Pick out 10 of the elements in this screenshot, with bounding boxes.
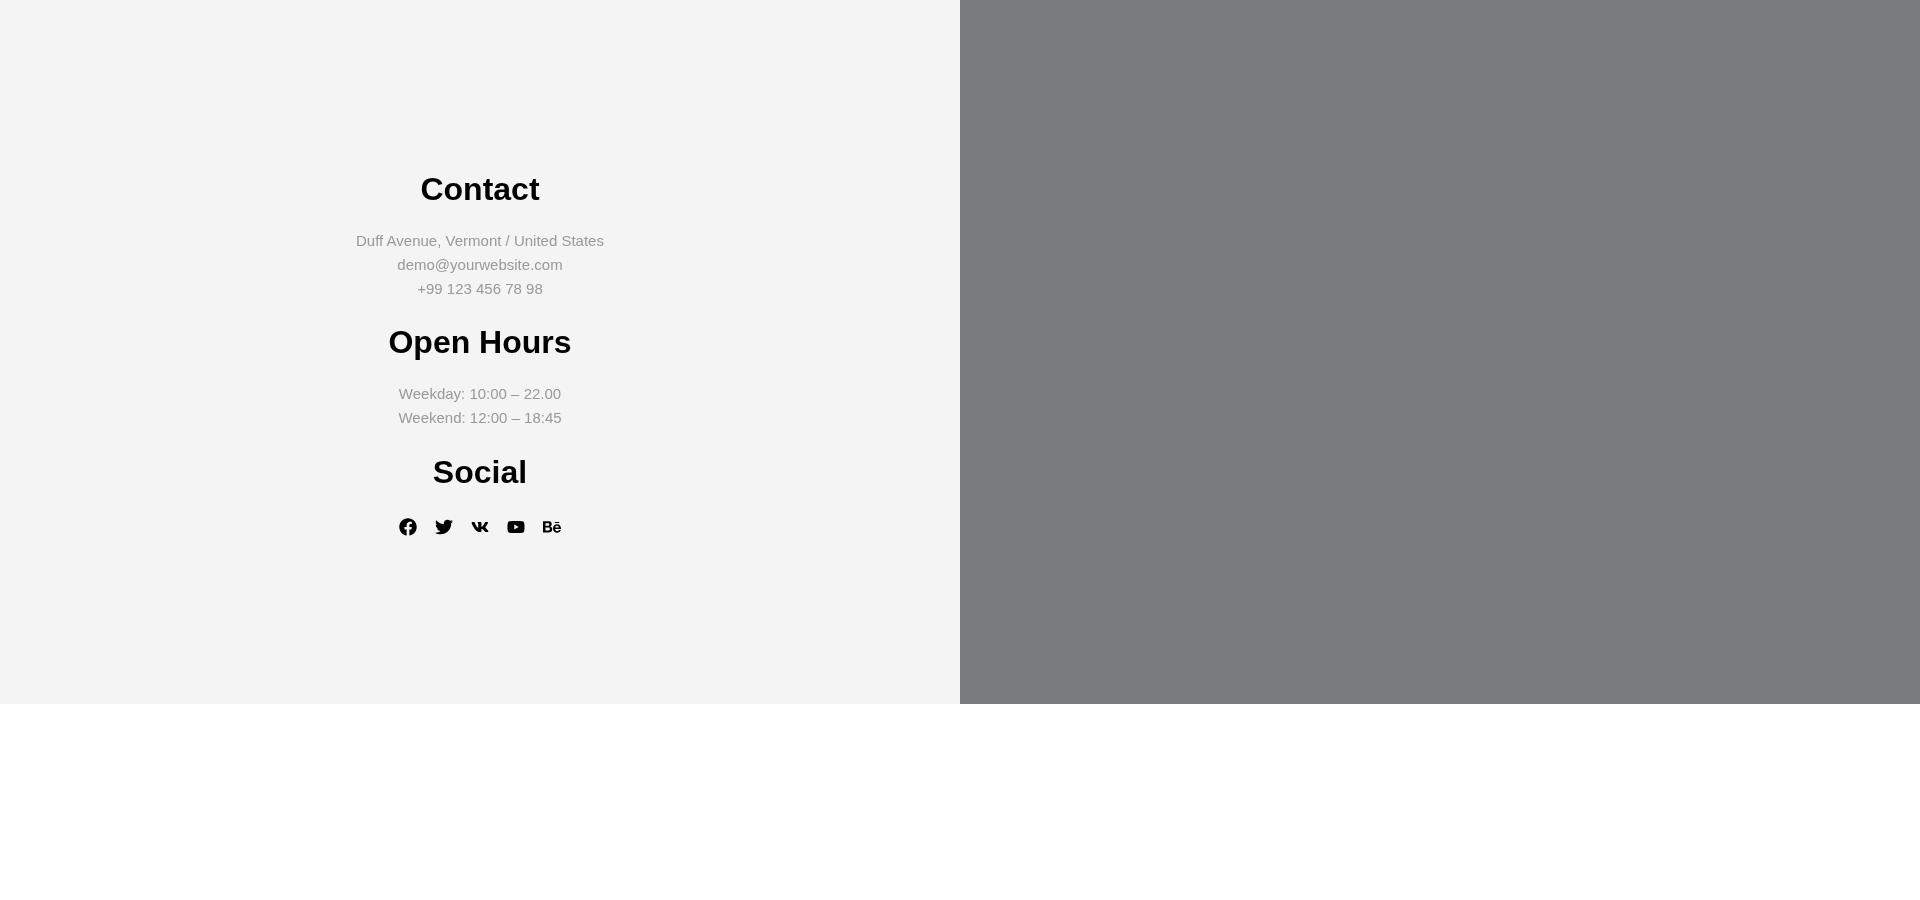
hours-line: Weekend: 12:00 – 18:45 xyxy=(398,407,562,428)
contact-line: +99 123 456 78 98 xyxy=(417,278,543,299)
section-heading: Open Hours xyxy=(388,322,572,362)
section-heading: Social xyxy=(432,452,528,492)
section-heading: Contact xyxy=(420,169,540,209)
hours-line: Weekday: 10:00 – 22.00 xyxy=(398,383,562,404)
contact-line: Duff Avenue, Vermont / United States xyxy=(356,230,604,251)
facebook-icon[interactable] xyxy=(399,517,417,536)
twitter-icon[interactable] xyxy=(435,517,453,536)
contact-line: demo@yourwebsite.com xyxy=(397,254,563,275)
